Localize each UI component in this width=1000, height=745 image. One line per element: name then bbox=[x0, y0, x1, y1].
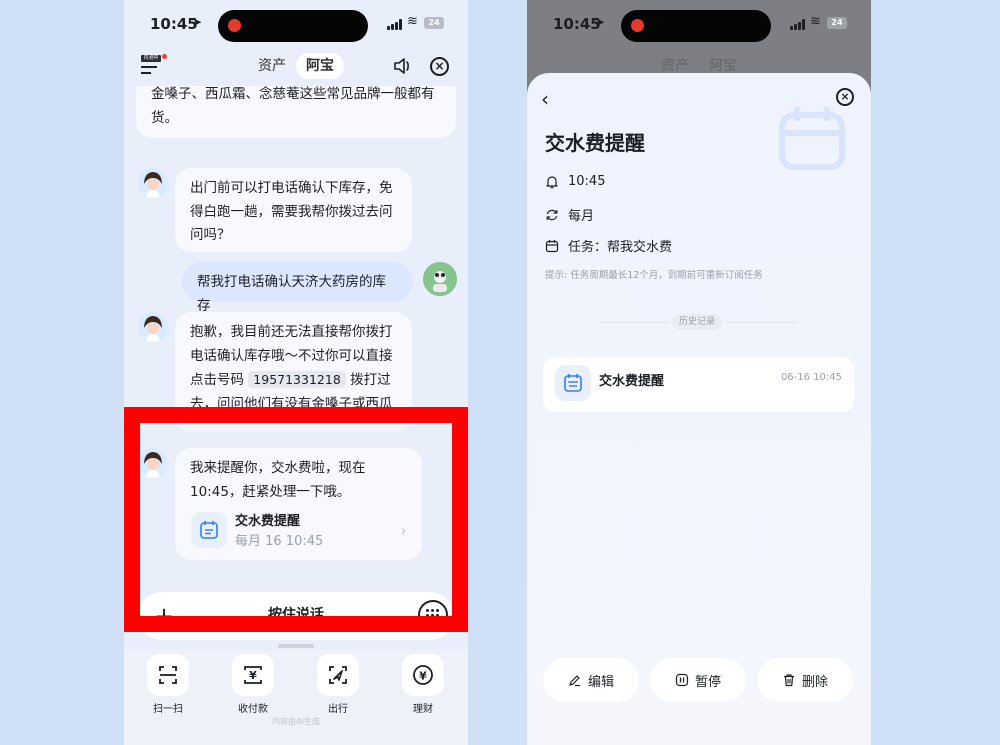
signal-icon bbox=[387, 19, 403, 30]
nav-label: 收付款 bbox=[238, 704, 268, 715]
repeat-row: 每月 bbox=[545, 205, 594, 224]
user-avatar bbox=[423, 262, 457, 296]
back-icon[interactable]: ‹ bbox=[541, 87, 549, 111]
history-item[interactable]: 交水费提醒 06-16 10:45 bbox=[543, 357, 854, 412]
chat-area: 金嗓子、西瓜霜、念慈菴这些常见品牌一般都有货。 出门前可以打电话确认下库存，免得… bbox=[124, 86, 468, 646]
history-label: 历史记录 bbox=[672, 314, 722, 330]
chevron-right-icon: › bbox=[401, 524, 407, 539]
wifi-icon: ≋ bbox=[810, 14, 821, 29]
reminder-task: 任务：帮我交水费 bbox=[568, 240, 673, 255]
delete-button[interactable]: 删除 bbox=[757, 658, 853, 702]
reminder-card[interactable]: 交水费提醒 每月 16 10:45 › bbox=[191, 510, 407, 550]
calendar-icon bbox=[191, 512, 227, 548]
nav-label: 理财 bbox=[413, 704, 433, 715]
assistant-message: 金嗓子、西瓜霜、念慈菴这些常见品牌一般都有货。 bbox=[136, 86, 456, 138]
assistant-avatar bbox=[138, 168, 168, 198]
divider bbox=[727, 322, 797, 323]
task-row: 任务：帮我交水费 bbox=[545, 236, 672, 255]
trash-icon bbox=[783, 674, 794, 687]
dynamic-island bbox=[218, 10, 368, 42]
reminder-sheet: ‹ × 交水费提醒 10:45 每月 任务：帮我交水费 提示: 任务周期最长12… bbox=[527, 73, 871, 745]
message-text: 我来提醒你，交水费啦，现在10:45，赶紧处理一下哦。 bbox=[190, 460, 366, 500]
repeat-icon bbox=[546, 209, 558, 220]
status-time: 10:45 bbox=[553, 15, 601, 33]
calendar-icon bbox=[545, 239, 559, 252]
divider bbox=[599, 322, 669, 323]
history-time: 06-16 10:45 bbox=[780, 372, 842, 383]
reminder-schedule: 每月 16 10:45 bbox=[235, 534, 324, 549]
chat-header: 内测中 资产 阿宝 × bbox=[124, 52, 468, 86]
time-row: 10:45 bbox=[545, 174, 605, 189]
nav-scan[interactable]: 扫一扫 bbox=[138, 654, 198, 715]
bell-icon bbox=[546, 175, 558, 188]
assistant-message: 我来提醒你，交水费啦，现在10:45，赶紧处理一下哦。 交水费提醒 每月 16 … bbox=[175, 448, 422, 560]
speaker-icon[interactable] bbox=[392, 56, 414, 76]
finance-icon: ¥ bbox=[402, 654, 444, 696]
pause-button[interactable]: 暂停 bbox=[650, 658, 746, 702]
beta-badge: 内测中 bbox=[141, 55, 161, 62]
assistant-avatar bbox=[138, 448, 168, 478]
voice-input-bar[interactable]: + 按住说话 bbox=[138, 592, 454, 640]
nav-travel[interactable]: 出行 bbox=[308, 654, 368, 715]
tab-assets[interactable]: 资产 bbox=[248, 53, 296, 79]
edit-label: 编辑 bbox=[587, 674, 614, 690]
reminder-repeat: 每月 bbox=[568, 209, 595, 224]
plus-icon[interactable]: + bbox=[144, 596, 184, 636]
payment-icon: ¥ bbox=[232, 654, 274, 696]
close-icon[interactable]: × bbox=[430, 57, 449, 76]
edit-button[interactable]: 编辑 bbox=[543, 658, 639, 702]
bottom-nav: 扫一扫 ¥ 收付款 出行 ¥ 理财 内容由AI生成 bbox=[124, 650, 468, 745]
chat-screen: 10:45 ➤ ≋ 24 内测中 资产 阿宝 × 金嗓子、西瓜霜、念慈菴这些常见… bbox=[124, 0, 468, 745]
svg-text:¥: ¥ bbox=[419, 670, 427, 683]
keyboard-icon[interactable] bbox=[418, 600, 448, 630]
tab-abao[interactable]: 阿宝 bbox=[296, 53, 344, 79]
signal-icon bbox=[790, 19, 806, 30]
location-arrow-icon: ➤ bbox=[192, 15, 203, 29]
status-bar: 10:45 ➤ ≋ 24 bbox=[527, 0, 871, 52]
delete-label: 删除 bbox=[801, 674, 828, 690]
calendar-icon bbox=[555, 365, 591, 401]
recording-dot-icon bbox=[631, 19, 644, 32]
menu-icon[interactable]: 内测中 bbox=[141, 54, 167, 77]
subscription-tip: 提示: 任务周期最长12个月，到期前可重新订阅任务 bbox=[545, 270, 763, 281]
header-tabs: 资产 阿宝 bbox=[248, 53, 344, 79]
status-time: 10:45 bbox=[150, 15, 198, 33]
nav-finance[interactable]: ¥ 理财 bbox=[393, 654, 453, 715]
wifi-icon: ≋ bbox=[407, 14, 418, 29]
hold-to-talk-button[interactable]: 按住说话 bbox=[238, 604, 354, 624]
assistant-avatar bbox=[138, 312, 168, 342]
travel-icon bbox=[317, 654, 359, 696]
battery-icon: 24 bbox=[827, 17, 847, 29]
message-text: 金嗓子、西瓜霜、念慈菴这些常见品牌一般都有货。 bbox=[151, 86, 435, 126]
scan-icon bbox=[147, 654, 189, 696]
phone-number-link[interactable]: 19571331218 bbox=[248, 371, 346, 388]
dynamic-island bbox=[621, 10, 771, 42]
calendar-watermark-icon bbox=[779, 107, 845, 170]
recording-dot-icon bbox=[228, 19, 241, 32]
message-text: 抱歉，我目前还无法直接帮你拨打电话确认库存哦～不过你可以直接点击号码 19571… bbox=[190, 321, 397, 416]
nav-payment[interactable]: ¥ 收付款 bbox=[223, 654, 283, 715]
message-text: 出门前可以打电话确认下库存，免得白跑一趟，需要我帮你拨过去问问吗？ bbox=[190, 180, 393, 243]
pause-icon bbox=[675, 673, 689, 687]
battery-icon: 24 bbox=[424, 17, 444, 29]
pause-label: 暂停 bbox=[694, 674, 721, 690]
location-arrow-icon: ➤ bbox=[595, 15, 606, 29]
assistant-message: 出门前可以打电话确认下库存，免得白跑一趟，需要我帮你拨过去问问吗？ bbox=[175, 168, 412, 252]
status-bar: 10:45 ➤ ≋ 24 bbox=[124, 0, 468, 52]
message-text: 帮我打电话确认天济大药房的库存 bbox=[197, 274, 386, 314]
notification-dot bbox=[162, 54, 167, 59]
svg-text:¥: ¥ bbox=[249, 669, 257, 682]
user-message: 帮我打电话确认天济大药房的库存 bbox=[182, 262, 413, 314]
pencil-icon bbox=[569, 675, 580, 687]
reminder-detail-screen: 10:45 ➤ ≋ 24 资产 阿宝 ‹ × 交水费提醒 10:45 每月 任务… bbox=[527, 0, 871, 745]
reminder-time: 10:45 bbox=[568, 174, 606, 189]
drag-handle[interactable] bbox=[278, 644, 314, 648]
reminder-title: 交水费提醒 bbox=[545, 131, 645, 155]
history-title: 交水费提醒 bbox=[599, 374, 665, 389]
ai-generated-note: 内容由AI生成 bbox=[272, 717, 320, 726]
nav-label: 扫一扫 bbox=[153, 704, 183, 715]
nav-label: 出行 bbox=[328, 704, 348, 715]
